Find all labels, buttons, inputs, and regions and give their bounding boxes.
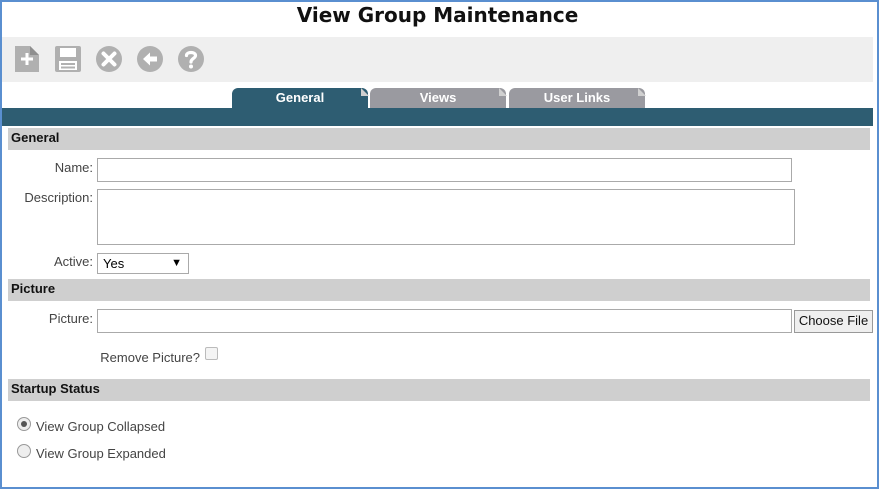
tab-views[interactable]: Views bbox=[370, 88, 507, 110]
tab-general[interactable]: General bbox=[232, 88, 369, 110]
description-field[interactable] bbox=[97, 189, 795, 245]
name-field[interactable] bbox=[97, 158, 792, 182]
page-title: View Group Maintenance bbox=[296, 3, 579, 27]
back-icon[interactable] bbox=[135, 44, 165, 74]
description-label: Description: bbox=[24, 190, 93, 205]
active-select[interactable]: Yes ▼ bbox=[97, 253, 189, 274]
section-header-picture: Picture bbox=[8, 279, 870, 301]
name-label: Name: bbox=[54, 160, 93, 175]
help-icon[interactable] bbox=[176, 44, 206, 74]
tab-strip: General Views User Links bbox=[0, 86, 875, 110]
tab-user-links[interactable]: User Links bbox=[509, 88, 646, 110]
section-header-general: General bbox=[8, 128, 870, 150]
add-document-icon[interactable] bbox=[12, 44, 42, 74]
tab-corner-decoration bbox=[361, 88, 369, 96]
tab-views-label: Views bbox=[419, 90, 457, 105]
tab-general-label: General bbox=[275, 90, 325, 105]
active-label: Active: bbox=[53, 254, 93, 269]
tab-corner-decoration bbox=[499, 88, 507, 96]
expanded-radio-label[interactable]: View Group Expanded bbox=[36, 446, 166, 461]
remove-picture-label: Remove Picture? bbox=[100, 350, 200, 365]
cancel-icon[interactable] bbox=[94, 44, 124, 74]
picture-field[interactable] bbox=[97, 309, 792, 333]
expanded-radio[interactable] bbox=[17, 444, 31, 458]
active-select-value: Yes bbox=[103, 256, 125, 271]
tab-corner-decoration bbox=[638, 88, 646, 96]
save-icon[interactable] bbox=[53, 44, 83, 74]
dropdown-arrow-icon: ▼ bbox=[171, 257, 182, 269]
collapsed-radio-label[interactable]: View Group Collapsed bbox=[36, 419, 165, 434]
section-header-startup-status: Startup Status bbox=[8, 379, 870, 401]
tab-underline-bar bbox=[2, 108, 873, 126]
choose-file-button[interactable]: Choose File bbox=[794, 310, 873, 333]
collapsed-radio[interactable] bbox=[17, 417, 31, 431]
picture-label: Picture: bbox=[48, 311, 93, 326]
remove-picture-checkbox[interactable] bbox=[205, 347, 218, 360]
tab-user-links-label: User Links bbox=[543, 90, 611, 105]
toolbar bbox=[2, 37, 873, 82]
